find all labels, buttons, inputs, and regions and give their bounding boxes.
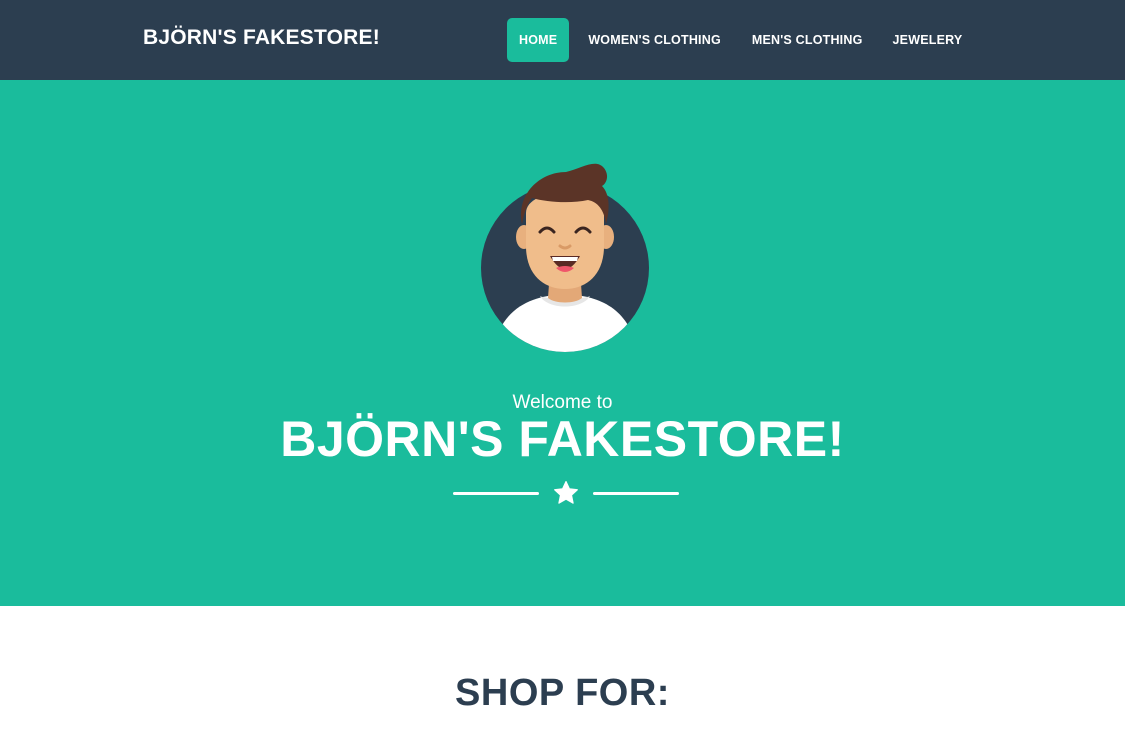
top-navbar: BJÖRN'S FAKESTORE! HOME WOMEN'S CLOTHING… xyxy=(0,0,1125,80)
nav-link-home[interactable]: HOME xyxy=(507,18,570,62)
nav-item-home: HOME xyxy=(507,18,574,62)
nav-item-womens-clothing: WOMEN'S CLOTHING xyxy=(574,18,738,62)
shop-heading: SHOP FOR: xyxy=(455,672,670,714)
hero-divider xyxy=(453,480,679,508)
nav-item-jewelery: JEWELERY xyxy=(879,18,980,62)
brand-logo-link[interactable]: BJÖRN'S FAKESTORE! xyxy=(143,26,380,50)
nav-link-jewelery[interactable]: JEWELERY xyxy=(879,18,977,62)
divider-line-right xyxy=(593,492,679,495)
star-icon xyxy=(554,480,578,504)
hero-title: BJÖRN'S FAKESTORE! xyxy=(280,411,845,467)
nav-item-mens-clothing: MEN'S CLOTHING xyxy=(738,18,879,62)
avatar-illustration xyxy=(481,163,649,352)
nav-links: HOME WOMEN'S CLOTHING MEN'S CLOTHING JEW… xyxy=(507,18,979,62)
nav-link-womens-clothing[interactable]: WOMEN'S CLOTHING xyxy=(574,18,735,62)
divider-line-left xyxy=(453,492,539,495)
hero-section: Welcome to BJÖRN'S FAKESTORE! xyxy=(0,80,1125,606)
nav-link-mens-clothing[interactable]: MEN'S CLOTHING xyxy=(738,18,877,62)
